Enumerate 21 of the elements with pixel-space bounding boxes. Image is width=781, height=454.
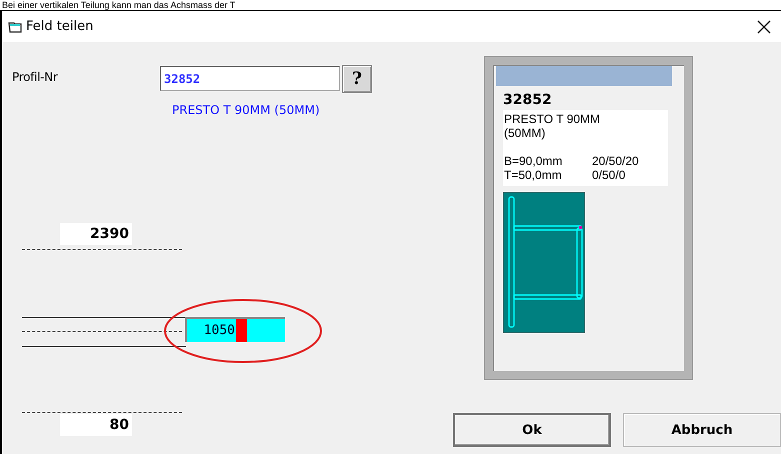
spec-division: 20/50/20 [592, 154, 639, 168]
text-cursor [236, 319, 247, 342]
window-icon [8, 20, 22, 32]
ok-button[interactable]: Ok [453, 413, 611, 447]
preview-number: 32852 [502, 91, 553, 110]
profile-name: PRESTO T 90MM (50MM) [172, 103, 321, 117]
spec-division: 0/50/0 [592, 168, 626, 182]
description-line: (50MM) [504, 126, 546, 140]
top-dimension: 2390 [60, 223, 132, 245]
caption-text: Bei einer vertikalen Teilung kann man das Achsmass der T [1, 0, 236, 10]
description-line: PRESTO T 90MM [504, 112, 602, 126]
profile-number-field[interactable]: 32852 [160, 66, 340, 91]
profile-label: Profil-Nr [12, 69, 59, 84]
spec-size: B=90,0mm [504, 154, 564, 168]
help-button[interactable]: ? [342, 65, 372, 93]
spec-size: T=50,0mm [504, 168, 563, 182]
bottom-dimension: 80 [60, 414, 132, 436]
cancel-button[interactable]: Abbruch [623, 413, 781, 447]
close-icon[interactable] [757, 20, 771, 34]
window-title: Feld teilen [26, 19, 94, 34]
split-dimension-field[interactable]: 1050 [185, 317, 285, 342]
